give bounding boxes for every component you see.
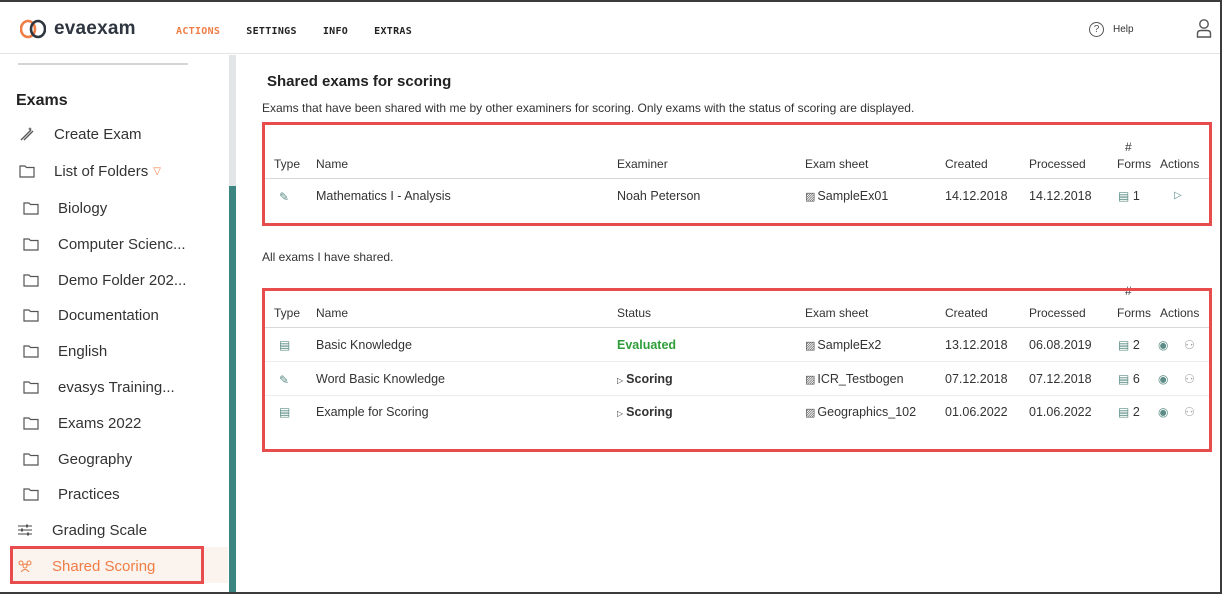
page-description: Exams that have been shared with me by o… bbox=[262, 101, 915, 115]
sidebar-clipped-row bbox=[18, 63, 188, 66]
logo-icon bbox=[20, 19, 46, 39]
magic-wand-icon bbox=[18, 125, 36, 143]
folder-icon bbox=[22, 450, 40, 468]
folder-label: Geography bbox=[58, 450, 133, 468]
folder-label: Exams 2022 bbox=[58, 414, 142, 432]
nav-info[interactable]: INFO bbox=[323, 26, 348, 37]
page-title: Shared exams for scoring bbox=[267, 73, 452, 90]
sidebar-folder-biology[interactable]: Biology bbox=[22, 196, 107, 220]
nav-actions[interactable]: ACTIONS bbox=[176, 26, 220, 37]
folder-icon bbox=[22, 199, 40, 217]
folder-label: Practices bbox=[58, 485, 120, 503]
folder-icon bbox=[18, 162, 36, 180]
nav-extras[interactable]: EXTRAS bbox=[374, 26, 412, 37]
folder-icon bbox=[22, 378, 40, 396]
sidebar-item-list-of-folders[interactable]: List of Folders ▽ bbox=[18, 159, 161, 183]
sidebar-item-label: Create Exam bbox=[54, 125, 142, 143]
top-bar: evaexam ACTIONS SETTINGS INFO EXTRAS ? H… bbox=[0, 2, 1220, 54]
help-button[interactable]: ? Help bbox=[1089, 22, 1134, 37]
section-subtitle: All exams I have shared. bbox=[262, 250, 394, 264]
sidebar-folder-exams-2022[interactable]: Exams 2022 bbox=[22, 411, 141, 435]
folder-label: English bbox=[58, 342, 108, 360]
highlight-box-table-2 bbox=[262, 288, 1212, 452]
user-icon[interactable] bbox=[1196, 18, 1212, 38]
sidebar-folder-practices[interactable]: Practices bbox=[22, 482, 120, 506]
sidebar-folder-evasys-training[interactable]: evasys Training... bbox=[22, 375, 175, 399]
help-label: Help bbox=[1113, 24, 1134, 35]
folder-icon bbox=[22, 306, 40, 324]
sidebar-scrollbar-thumb[interactable] bbox=[229, 186, 236, 592]
sidebar-folder-demo[interactable]: Demo Folder 202... bbox=[22, 268, 186, 292]
folder-icon bbox=[22, 235, 40, 253]
folder-label: Documentation bbox=[58, 306, 159, 324]
main-nav: ACTIONS SETTINGS INFO EXTRAS bbox=[176, 26, 438, 37]
folder-label: evasys Training... bbox=[58, 378, 175, 396]
sidebar-folder-computer-science[interactable]: Computer Scienc... bbox=[22, 232, 186, 256]
folder-label: Demo Folder 202... bbox=[58, 271, 187, 289]
sidebar-item-create-exam[interactable]: Create Exam bbox=[18, 122, 142, 146]
folder-icon bbox=[22, 414, 40, 432]
nav-settings[interactable]: SETTINGS bbox=[246, 26, 297, 37]
sidebar-item-label: Grading Scale bbox=[52, 521, 148, 539]
folder-icon bbox=[22, 485, 40, 503]
folder-label: Biology bbox=[58, 199, 108, 217]
logo[interactable]: evaexam bbox=[20, 16, 136, 42]
chevron-down-icon[interactable]: ▽ bbox=[153, 166, 161, 177]
folder-icon bbox=[22, 271, 40, 289]
folder-label: Computer Scienc... bbox=[58, 235, 186, 253]
sidebar-title: Exams bbox=[16, 92, 68, 109]
sidebar-item-label: List of Folders bbox=[54, 162, 149, 180]
app-name: evaexam bbox=[54, 18, 136, 39]
sliders-icon bbox=[16, 521, 34, 539]
sidebar-folder-geography[interactable]: Geography bbox=[22, 447, 132, 471]
highlight-box-table-1 bbox=[262, 122, 1212, 226]
highlight-box-shared-scoring bbox=[10, 546, 204, 584]
help-icon: ? bbox=[1089, 22, 1104, 37]
sidebar-folder-documentation[interactable]: Documentation bbox=[22, 303, 159, 327]
folder-icon bbox=[22, 342, 40, 360]
sidebar-item-grading-scale[interactable]: Grading Scale bbox=[16, 518, 147, 542]
sidebar-folder-english[interactable]: English bbox=[22, 339, 107, 363]
